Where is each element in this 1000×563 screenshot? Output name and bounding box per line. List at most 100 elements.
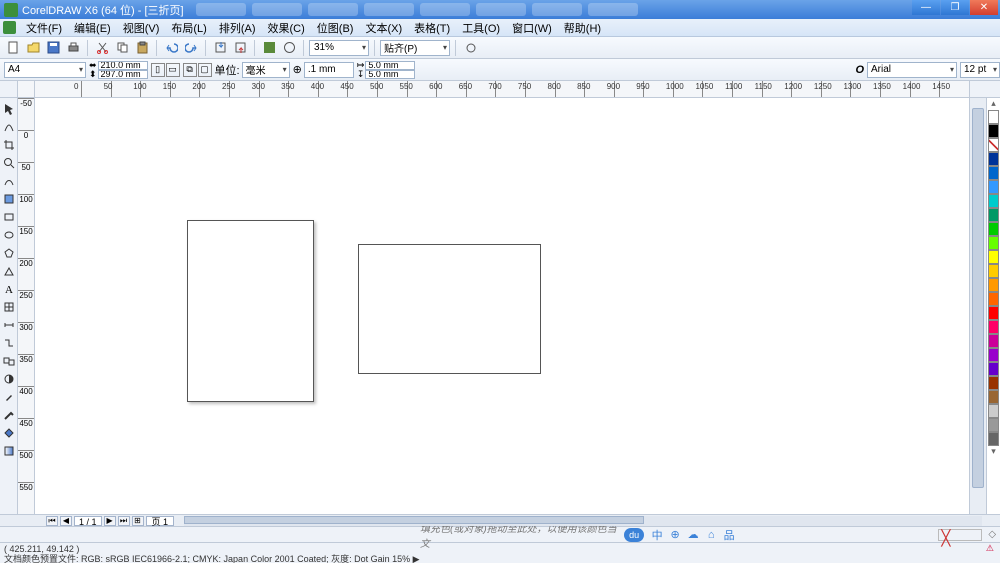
font-size-dropdown[interactable]: 12 pt▾ <box>960 62 1000 78</box>
options-button[interactable] <box>461 39 479 57</box>
fill-tool[interactable] <box>1 425 16 440</box>
new-button[interactable] <box>4 39 22 57</box>
color-swatch[interactable] <box>988 292 999 306</box>
dup-x-input[interactable] <box>365 61 415 70</box>
welcome-button[interactable] <box>280 39 298 57</box>
hint-icon-4[interactable]: ⌂ <box>704 528 718 542</box>
menu-bitmaps[interactable]: 位图(B) <box>311 19 360 37</box>
color-swatch[interactable] <box>988 348 999 362</box>
menu-layout[interactable]: 布局(L) <box>165 19 212 37</box>
zoom-tool[interactable] <box>1 155 16 170</box>
color-swatch[interactable] <box>988 278 999 292</box>
transparency-tool[interactable] <box>1 371 16 386</box>
units-dropdown[interactable]: 毫米▾ <box>242 62 290 78</box>
basic-shapes-tool[interactable] <box>1 263 16 278</box>
all-pages-button[interactable]: ⧉ <box>183 63 197 77</box>
menu-text[interactable]: 文本(X) <box>359 19 408 37</box>
vertical-ruler[interactable]: -50050100150200250300350400450500550600 <box>18 98 35 514</box>
page-height-input[interactable] <box>98 70 148 79</box>
snap-dropdown[interactable]: 贴齐(P)▾ <box>380 40 450 56</box>
minimize-button[interactable]: — <box>912 0 940 15</box>
outline-indicator[interactable]: ◇ <box>988 529 996 540</box>
page-preset-dropdown[interactable]: A4▾ <box>4 62 86 78</box>
shape-tool[interactable] <box>1 119 16 134</box>
status-warning-icon[interactable]: ⚠ <box>986 543 994 554</box>
menu-file[interactable]: 文件(F) <box>20 19 68 37</box>
save-button[interactable] <box>44 39 62 57</box>
outline-tool[interactable] <box>1 407 16 422</box>
horizontal-ruler[interactable]: 0501001502002503003504004505005506006507… <box>35 81 969 98</box>
color-swatch[interactable] <box>988 138 999 152</box>
fill-indicator[interactable]: ╳ <box>938 529 982 541</box>
rectangle-object[interactable] <box>358 244 541 374</box>
blend-tool[interactable] <box>1 353 16 368</box>
ruler-origin[interactable] <box>18 81 35 98</box>
palette-up[interactable]: ▴ <box>987 98 1000 110</box>
color-swatch[interactable] <box>988 334 999 348</box>
page-1[interactable] <box>187 220 314 402</box>
vertical-scrollbar[interactable] <box>969 98 986 514</box>
canvas[interactable] <box>35 98 969 514</box>
freehand-tool[interactable] <box>1 173 16 188</box>
menu-effects[interactable]: 效果(C) <box>262 19 311 37</box>
color-swatch[interactable] <box>988 432 999 446</box>
color-swatch[interactable] <box>988 418 999 432</box>
dimension-tool[interactable] <box>1 317 16 332</box>
page-width-input[interactable] <box>98 61 148 70</box>
baidu-icon[interactable]: du <box>624 528 644 542</box>
print-button[interactable] <box>64 39 82 57</box>
text-tool[interactable]: A <box>1 281 16 296</box>
landscape-button[interactable]: ▭ <box>166 63 180 77</box>
color-swatch[interactable] <box>988 110 999 124</box>
table-tool[interactable] <box>1 299 16 314</box>
zoom-dropdown[interactable]: 31%▾ <box>309 40 369 56</box>
color-swatch[interactable] <box>988 124 999 138</box>
copy-button[interactable] <box>113 39 131 57</box>
menu-view[interactable]: 视图(V) <box>117 19 166 37</box>
app-launcher-button[interactable] <box>260 39 278 57</box>
polygon-tool[interactable] <box>1 245 16 260</box>
color-swatch[interactable] <box>988 320 999 334</box>
maximize-button[interactable]: ❐ <box>941 0 969 15</box>
menu-arrange[interactable]: 排列(A) <box>213 19 262 37</box>
eyedropper-tool[interactable] <box>1 389 16 404</box>
menu-window[interactable]: 窗口(W) <box>506 19 558 37</box>
hint-icon-2[interactable]: ⊕ <box>668 528 682 542</box>
color-swatch[interactable] <box>988 222 999 236</box>
hint-icon-3[interactable]: ☁ <box>686 528 700 542</box>
hint-icon-5[interactable]: 品 <box>722 528 736 542</box>
color-swatch[interactable] <box>988 264 999 278</box>
color-swatch[interactable] <box>988 250 999 264</box>
connector-tool[interactable] <box>1 335 16 350</box>
color-swatch[interactable] <box>988 194 999 208</box>
dup-y-input[interactable] <box>365 70 415 79</box>
menu-tools[interactable]: 工具(O) <box>456 19 506 37</box>
open-button[interactable] <box>24 39 42 57</box>
ellipse-tool[interactable] <box>1 227 16 242</box>
font-dropdown[interactable]: Arial▾ <box>867 62 957 78</box>
next-page-button[interactable]: ▶ <box>104 516 116 526</box>
import-button[interactable] <box>211 39 229 57</box>
current-page-button[interactable]: ▢ <box>198 63 212 77</box>
nudge-input[interactable]: .1 mm <box>304 62 354 78</box>
menu-help[interactable]: 帮助(H) <box>558 19 607 37</box>
color-swatch[interactable] <box>988 306 999 320</box>
rectangle-tool[interactable] <box>1 209 16 224</box>
paste-button[interactable] <box>133 39 151 57</box>
color-swatch[interactable] <box>988 236 999 250</box>
color-swatch[interactable] <box>988 152 999 166</box>
portrait-button[interactable]: ▯ <box>151 63 165 77</box>
add-page-button[interactable]: ⊞ <box>132 516 144 526</box>
first-page-button[interactable]: ⏮ <box>46 516 58 526</box>
color-swatch[interactable] <box>988 166 999 180</box>
color-swatch[interactable] <box>988 404 999 418</box>
menu-table[interactable]: 表格(T) <box>408 19 456 37</box>
page-tab-1[interactable]: 页 1 <box>146 516 175 526</box>
pick-tool[interactable] <box>1 101 16 116</box>
menu-edit[interactable]: 编辑(E) <box>68 19 117 37</box>
color-swatch[interactable] <box>988 208 999 222</box>
color-swatch[interactable] <box>988 362 999 376</box>
color-swatch[interactable] <box>988 390 999 404</box>
color-swatch[interactable] <box>988 180 999 194</box>
hint-icon-1[interactable]: 中 <box>650 528 664 542</box>
